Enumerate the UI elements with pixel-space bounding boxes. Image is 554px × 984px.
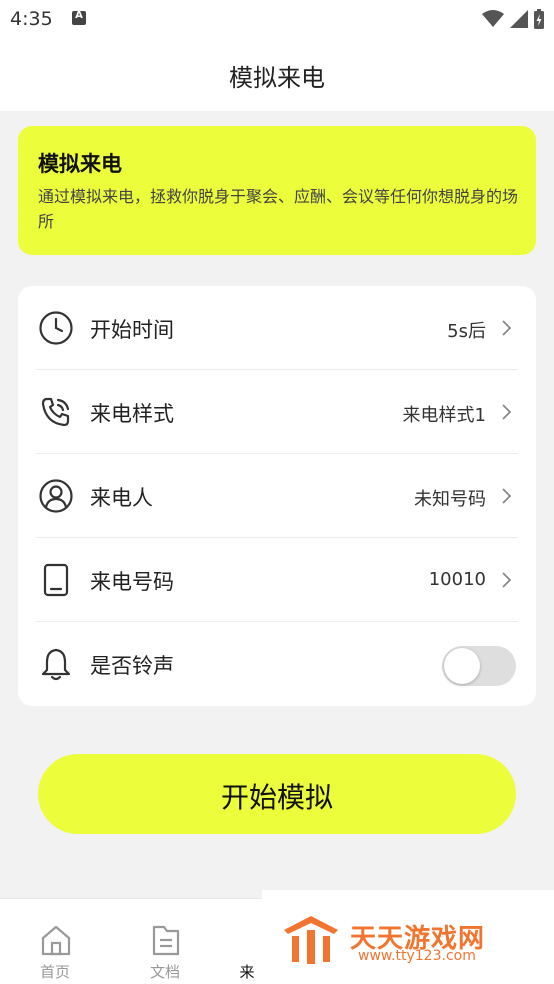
start-time-label: 开始时间 — [90, 318, 174, 342]
page-title: 模拟来电 — [229, 64, 325, 92]
watermark-logo-icon — [284, 916, 338, 964]
status-time: 4:35 — [10, 8, 53, 30]
watermark-url: www.tty123.com — [358, 948, 476, 964]
call-style-value: 来电样式1 — [402, 405, 486, 426]
start-simulation-button[interactable]: 开始模拟 — [38, 754, 516, 834]
tab-home[interactable]: 首页 — [0, 899, 110, 984]
chevron-right-icon — [502, 572, 512, 588]
caller-row[interactable]: 来电人 未知号码 — [18, 454, 536, 538]
wifi-icon — [482, 10, 504, 27]
bell-icon — [41, 648, 71, 681]
intro-banner: 模拟来电 通过模拟来电，拯救你脱身于聚会、应酬、会议等任何你想脱身的场所 — [18, 126, 536, 255]
ringtone-label: 是否铃声 — [90, 654, 174, 678]
chevron-right-icon — [502, 320, 512, 336]
phone-call-icon — [41, 397, 70, 427]
status-icons — [482, 9, 544, 29]
call-style-label: 来电样式 — [90, 402, 174, 426]
caller-number-value: 10010 — [428, 569, 486, 590]
caller-label: 来电人 — [90, 486, 153, 510]
start-time-value: 5s后 — [447, 321, 486, 342]
caller-number-label: 来电号码 — [90, 570, 174, 594]
caller-value: 未知号码 — [414, 489, 486, 510]
chevron-right-icon — [502, 488, 512, 504]
call-style-row[interactable]: 来电样式 来电样式1 — [18, 370, 536, 454]
notification-icon — [72, 10, 86, 25]
battery-icon — [534, 9, 544, 29]
user-circle-icon — [39, 479, 73, 513]
tablet-icon — [43, 563, 69, 597]
start-simulation-label: 开始模拟 — [220, 782, 333, 813]
home-icon — [41, 925, 71, 956]
document-icon — [152, 925, 180, 956]
signal-icon — [510, 10, 528, 28]
caller-number-row[interactable]: 来电号码 10010 — [18, 538, 536, 622]
ringtone-toggle[interactable] — [442, 646, 516, 686]
tab-home-label: 首页 — [39, 963, 70, 981]
watermark: 天天游戏网 www.tty123.com — [262, 890, 554, 984]
ringtone-row: 是否铃声 — [18, 622, 536, 706]
banner-title: 模拟来电 — [38, 152, 122, 176]
status-bar: 4:35 — [0, 0, 554, 40]
settings-card: 开始时间 5s后 来电样式 来电样式1 来电人 未知号码 来电号码 10010 … — [18, 286, 536, 706]
app-header: 模拟来电 — [0, 40, 554, 111]
toggle-knob — [444, 648, 480, 684]
chevron-right-icon — [502, 404, 512, 420]
banner-description: 通过模拟来电，拯救你脱身于聚会、应酬、会议等任何你想脱身的场所 — [38, 187, 519, 231]
start-time-row[interactable]: 开始时间 5s后 — [18, 286, 536, 370]
clock-icon — [39, 311, 73, 345]
